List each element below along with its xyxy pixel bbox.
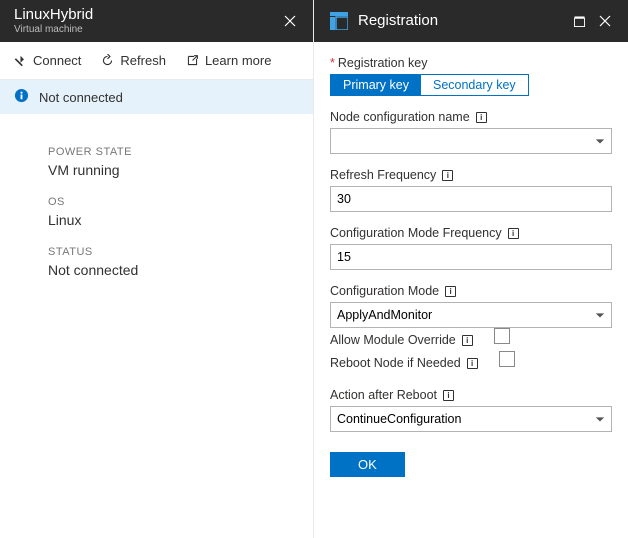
learn-more-button[interactable]: Learn more [180,49,277,72]
status-value: Not connected [48,262,299,278]
required-star: * [330,56,335,70]
info-icon[interactable]: i [467,358,478,369]
registration-title: Registration [358,13,566,30]
config-mode-label: Configuration Mode i [330,284,612,298]
registration-title-block: Registration [358,13,566,30]
info-icon [14,88,29,106]
info-icon[interactable]: i [445,286,456,297]
info-icon[interactable]: i [462,335,473,346]
refresh-button[interactable]: Refresh [95,49,172,72]
reboot-node-checkbox[interactable] [499,351,515,367]
refresh-label: Refresh [120,53,166,68]
action-after-reboot-label: Action after Reboot i [330,388,612,402]
action-after-reboot-select[interactable]: ContinueConfiguration [330,406,612,432]
os-value: Linux [48,212,299,228]
refresh-frequency-input[interactable] [330,186,612,212]
learn-more-label: Learn more [205,53,271,68]
primary-key-tab[interactable]: Primary key [331,75,421,95]
connect-button[interactable]: Connect [8,49,87,72]
status-bar-text: Not connected [39,90,123,105]
info-icon[interactable]: i [508,228,519,239]
registration-header: Registration [314,0,628,42]
power-state-label: POWER STATE [48,146,299,158]
registration-form: * Registration key Primary key Secondary… [314,42,628,491]
ok-button[interactable]: OK [330,452,405,477]
status-bar: Not connected [0,80,313,114]
registration-key-label: * Registration key [330,56,612,70]
info-icon[interactable]: i [443,390,454,401]
config-mode-select[interactable]: ApplyAndMonitor [330,302,612,328]
vm-subtitle: Virtual machine [14,24,277,35]
vm-toolbar: Connect Refresh Learn more [0,42,313,80]
registration-icon [328,10,350,32]
connect-label: Connect [33,53,81,68]
config-mode-frequency-label: Configuration Mode Frequency i [330,226,612,240]
secondary-key-tab[interactable]: Secondary key [421,75,528,95]
os-label: OS [48,196,299,208]
vm-title: LinuxHybrid [14,7,277,24]
config-mode-frequency-input[interactable] [330,244,612,270]
reboot-node-label: Reboot Node if Needed i [330,356,478,370]
vm-details: POWER STATE VM running OS Linux STATUS N… [0,114,313,292]
vm-panel: LinuxHybrid Virtual machine Connect Refr… [0,0,314,538]
info-icon[interactable]: i [476,112,487,123]
refresh-frequency-label: Refresh Frequency i [330,168,612,182]
close-icon[interactable] [592,8,618,34]
vm-header: LinuxHybrid Virtual machine [0,0,313,42]
registration-key-toggle: Primary key Secondary key [330,74,529,96]
node-config-label: Node configuration name i [330,110,612,124]
vm-header-title-block: LinuxHybrid Virtual machine [14,7,277,35]
allow-override-checkbox[interactable] [494,328,510,344]
registration-panel: Registration * Registration key Primary … [314,0,628,538]
node-config-select[interactable] [330,128,612,154]
power-state-value: VM running [48,162,299,178]
maximize-icon[interactable] [566,8,592,34]
status-label: STATUS [48,246,299,258]
close-icon[interactable] [277,8,303,34]
info-icon[interactable]: i [442,170,453,181]
allow-override-label: Allow Module Override i [330,333,473,347]
